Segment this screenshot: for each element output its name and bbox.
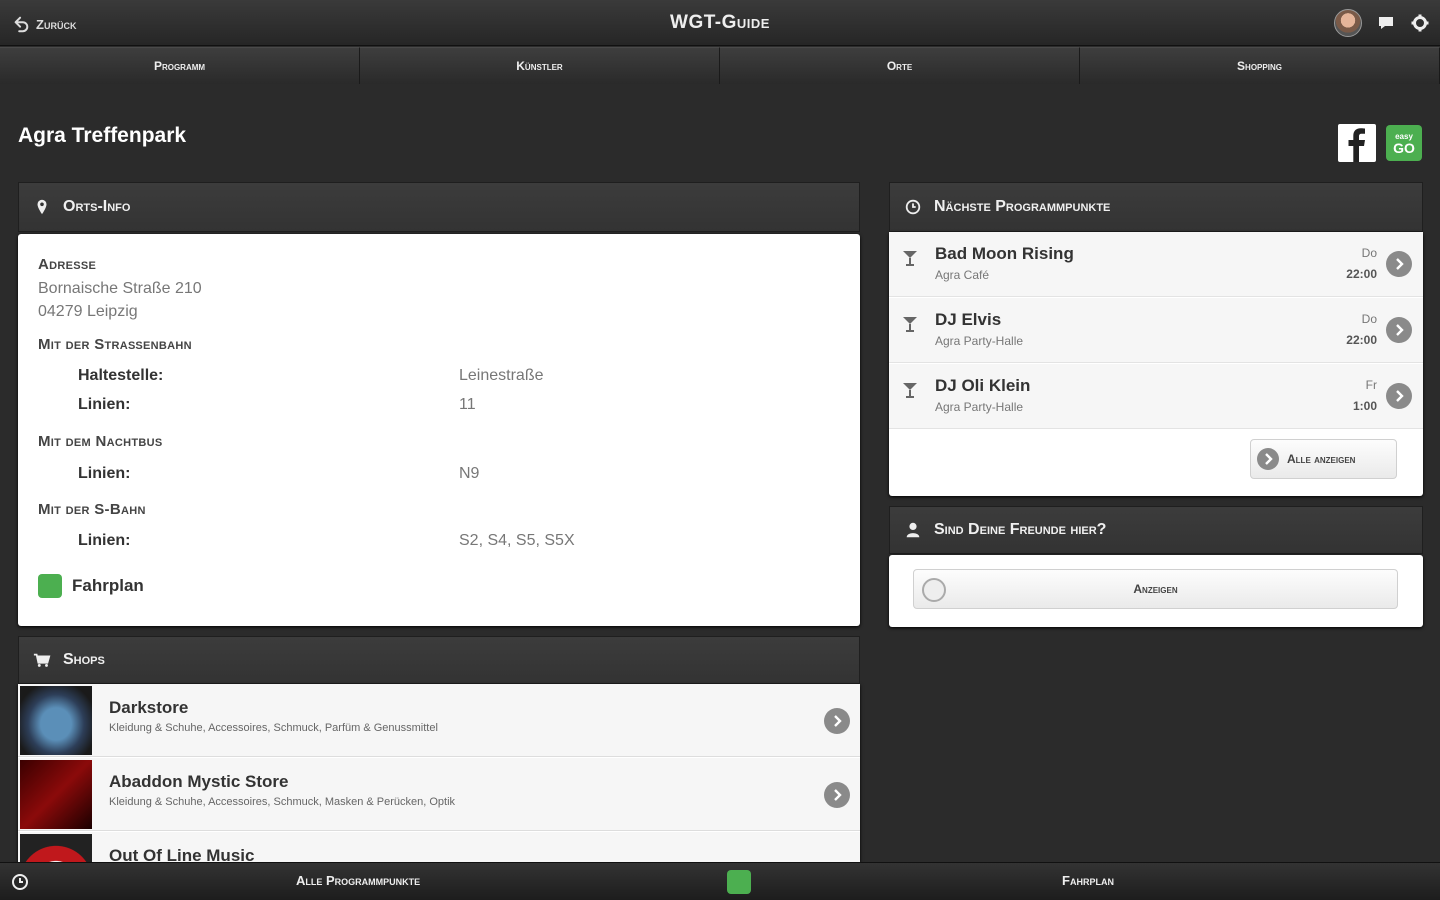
main-nav: Programm Künstler Orte Shopping <box>0 47 1440 84</box>
program-time: 22:00 <box>1346 333 1377 347</box>
program-name: DJ Oli Klein <box>935 376 1031 395</box>
show-all-label: Alle anzeigen <box>1287 452 1356 466</box>
tram-stop-value: Leinestraße <box>459 367 544 384</box>
fahrplan-bottom-button[interactable]: Fahrplan <box>1062 873 1114 888</box>
orts-info-title: Orts-Info <box>63 198 131 215</box>
app-title: WGT-Guide <box>670 12 770 33</box>
program-day: Do <box>1361 312 1377 326</box>
tab-programm[interactable]: Programm <box>0 47 360 84</box>
program-location: Agra Party-Halle <box>935 400 1024 414</box>
friends-title: Sind Deine Freunde hier? <box>934 521 1107 538</box>
shop-name: Abaddon Mystic Store <box>109 772 289 791</box>
clock-icon[interactable] <box>10 872 30 892</box>
program-name: DJ Elvis <box>935 310 1002 329</box>
chevron-right-icon[interactable] <box>1386 317 1412 343</box>
svg-text:GO: GO <box>1393 140 1415 156</box>
cocktail-icon <box>903 317 917 332</box>
show-friends-button[interactable]: Anzeigen <box>913 569 1398 609</box>
address-line1: Bornaische Straße 210 <box>38 280 202 297</box>
chevron-right-icon[interactable] <box>1386 251 1412 277</box>
chevron-right-icon[interactable] <box>1386 383 1412 409</box>
top-bar: Zurück WGT-Guide <box>0 0 1440 46</box>
show-friends-label: Anzeigen <box>1133 582 1178 596</box>
tab-kuenstler[interactable]: Künstler <box>360 47 720 84</box>
nightbus-lines-key: Linien: <box>78 465 131 482</box>
facebook-icon[interactable] <box>1338 124 1376 162</box>
program-day: Fr <box>1365 378 1377 392</box>
program-time: 22:00 <box>1346 267 1377 281</box>
orts-info-header: Orts-Info <box>18 182 860 232</box>
program-time: 1:00 <box>1352 399 1377 413</box>
show-all-button[interactable]: Alle anzeigen <box>1250 439 1397 479</box>
chevron-right-icon[interactable] <box>824 782 850 808</box>
shop-item[interactable]: Abaddon Mystic Store Kleidung & Schuhe, … <box>18 758 860 831</box>
tram-lines-value: 11 <box>459 396 476 413</box>
orts-info-body: Adresse Bornaische Straße 210 04279 Leip… <box>18 234 860 626</box>
program-day: Do <box>1361 246 1377 260</box>
chevron-right-icon <box>1257 448 1279 470</box>
clock-icon <box>905 199 921 215</box>
bottom-bar: Alle Programmpunkte Fahrplan <box>0 862 1440 900</box>
shops-title: Shops <box>63 651 105 668</box>
shop-desc: Kleidung & Schuhe, Accessoires, Schmuck,… <box>109 722 438 734</box>
tab-shopping[interactable]: Shopping <box>1080 47 1440 84</box>
easygo-bottom-icon[interactable] <box>727 870 751 894</box>
program-header: Nächste Programmpunkte <box>889 182 1423 232</box>
shops-list: Darkstore Kleidung & Schuhe, Accessoires… <box>18 684 860 862</box>
address-line2: 04279 Leipzig <box>38 303 138 320</box>
chevron-right-icon[interactable] <box>824 708 850 734</box>
tram-heading: Mit der Straßenbahn <box>38 336 192 353</box>
program-location: Agra Café <box>935 268 990 282</box>
location-pin-icon <box>37 199 47 215</box>
address-heading: Adresse <box>38 256 97 273</box>
cocktail-icon <box>903 251 917 266</box>
sbahn-heading: Mit der S-Bahn <box>38 501 146 518</box>
shop-name: Out Of Line Music <box>109 846 255 862</box>
shops-header: Shops <box>18 636 860 684</box>
all-program-button[interactable]: Alle Programmpunkte <box>296 873 420 888</box>
tram-stop-key: Haltestelle: <box>78 367 164 384</box>
easygo-icon[interactable]: easy GO <box>1386 125 1422 161</box>
program-item[interactable]: DJ Elvis Agra Party-Halle Do 22:00 <box>889 298 1423 363</box>
program-name: Bad Moon Rising <box>935 244 1074 263</box>
cart-icon <box>33 653 51 667</box>
tram-lines-key: Linien: <box>78 396 131 413</box>
page-title: Agra Treffenpark <box>18 124 187 147</box>
program-body: Bad Moon Rising Agra Café Do 22:00 DJ El… <box>889 232 1423 496</box>
shop-thumbnail <box>20 686 92 755</box>
tab-orte[interactable]: Orte <box>720 47 1080 84</box>
nightbus-lines-value: N9 <box>459 465 480 482</box>
fahrplan-label: Fahrplan <box>72 576 144 595</box>
nightbus-heading: Mit dem Nachtbus <box>38 433 163 450</box>
easygo-small-icon <box>38 574 62 598</box>
person-icon <box>906 522 920 538</box>
gear-icon[interactable] <box>1410 13 1430 33</box>
friends-body: Anzeigen <box>889 555 1423 627</box>
shop-item[interactable]: Darkstore Kleidung & Schuhe, Accessoires… <box>18 684 860 757</box>
shop-thumbnail <box>20 834 92 862</box>
cocktail-icon <box>903 383 917 398</box>
program-title: Nächste Programmpunkte <box>934 198 1111 215</box>
shop-thumbnail <box>20 760 92 829</box>
shop-item[interactable]: Out Of Line Music <box>18 832 860 862</box>
avatar[interactable] <box>1334 9 1362 37</box>
user-circle-icon <box>922 578 946 602</box>
friends-header: Sind Deine Freunde hier? <box>889 506 1423 554</box>
sbahn-lines-key: Linien: <box>78 532 131 549</box>
program-item[interactable]: DJ Oli Klein Agra Party-Halle Fr 1:00 <box>889 364 1423 429</box>
shop-desc: Kleidung & Schuhe, Accessoires, Schmuck,… <box>109 796 456 808</box>
sbahn-lines-value: S2, S4, S5, S5X <box>459 532 575 549</box>
program-location: Agra Party-Halle <box>935 334 1024 348</box>
program-item[interactable]: Bad Moon Rising Agra Café Do 22:00 <box>889 232 1423 297</box>
shop-name: Darkstore <box>109 698 189 717</box>
chat-icon[interactable] <box>1376 13 1396 33</box>
fahrplan-link[interactable]: Fahrplan <box>38 574 144 598</box>
